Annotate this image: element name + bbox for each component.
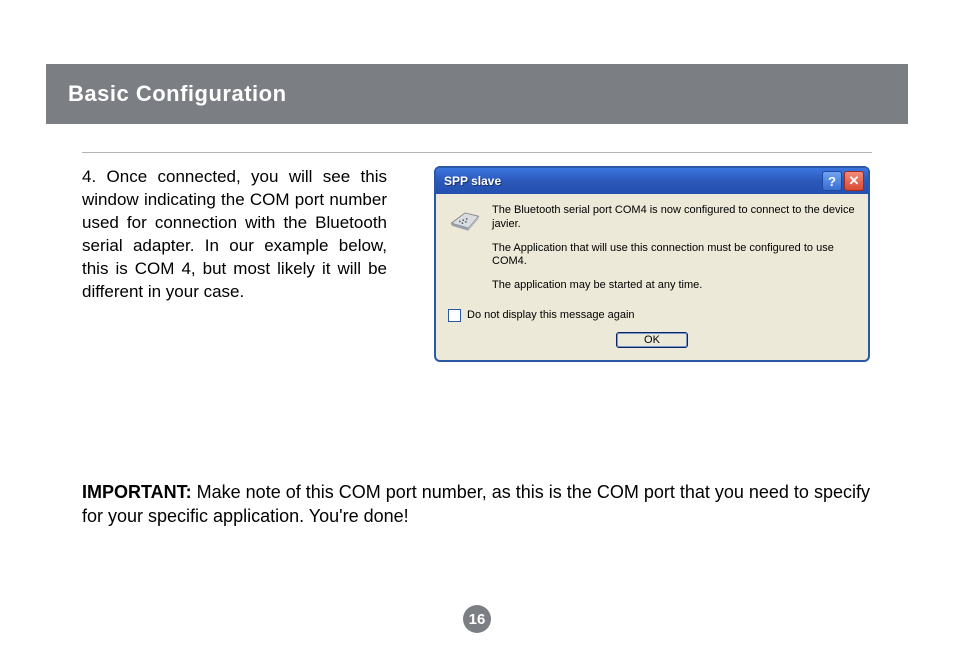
instruction-paragraph: 4. Once connected, you will see this win… xyxy=(82,166,387,304)
dialog-line-3: The application may be started at any ti… xyxy=(492,279,856,293)
titlebar-help-button[interactable]: ? xyxy=(822,171,842,191)
dialog-body: The Bluetooth serial port COM4 is now co… xyxy=(436,194,868,360)
page-title: Basic Configuration xyxy=(68,81,287,107)
important-text: Make note of this COM port number, as th… xyxy=(82,482,870,526)
dialog-title: SPP slave xyxy=(444,174,820,188)
header-bar: Basic Configuration xyxy=(46,64,908,124)
spp-slave-dialog: SPP slave ? ✕ xyxy=(434,166,870,362)
dialog-titlebar: SPP slave ? ✕ xyxy=(436,168,868,194)
close-icon: ✕ xyxy=(849,173,860,189)
serial-connector-icon xyxy=(448,204,482,232)
help-icon: ? xyxy=(828,174,836,189)
checkbox-icon[interactable] xyxy=(448,309,461,322)
dialog-text-block: The Bluetooth serial port COM4 is now co… xyxy=(492,204,856,303)
dialog-line-1: The Bluetooth serial port COM4 is now co… xyxy=(492,204,856,232)
ok-button[interactable]: OK xyxy=(616,332,688,348)
titlebar-close-button[interactable]: ✕ xyxy=(844,171,864,191)
manual-page: Basic Configuration 4. Once connected, y… xyxy=(0,0,954,665)
important-label: IMPORTANT: xyxy=(82,482,197,502)
important-note: IMPORTANT: Make note of this COM port nu… xyxy=(82,480,872,529)
suppress-message-checkbox-row[interactable]: Do not display this message again xyxy=(448,309,856,322)
page-number-badge: 16 xyxy=(463,605,491,633)
divider xyxy=(82,152,872,153)
checkbox-label: Do not display this message again xyxy=(467,309,635,321)
page-number: 16 xyxy=(469,611,486,628)
dialog-line-2: The Application that will use this conne… xyxy=(492,242,856,270)
